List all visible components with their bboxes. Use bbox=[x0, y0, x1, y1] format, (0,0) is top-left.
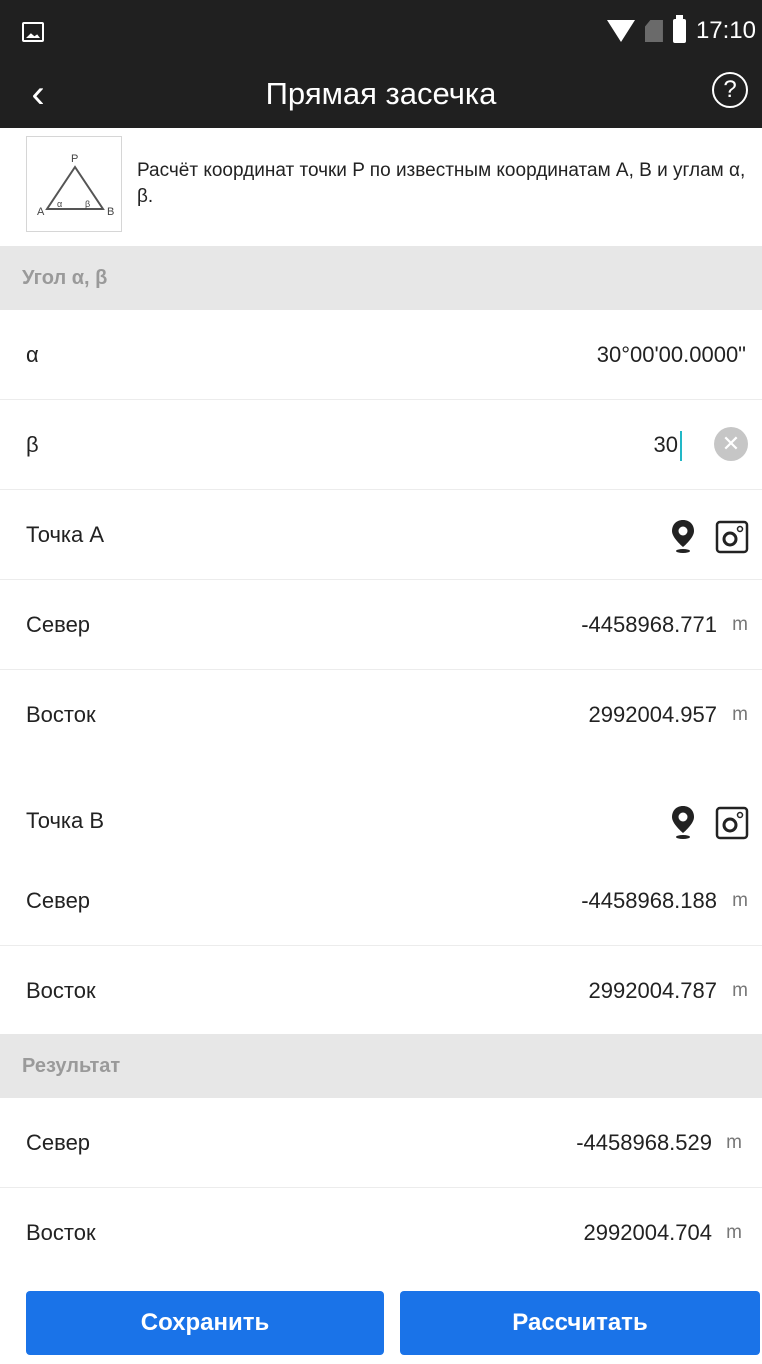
point-a-title: Точка A bbox=[26, 522, 105, 547]
save-button[interactable]: Сохранить bbox=[26, 1291, 384, 1355]
clock: 17:10 bbox=[695, 17, 756, 44]
point-b-header: Точка B bbox=[0, 776, 762, 866]
point-p-label: P bbox=[71, 153, 78, 165]
point-b-north-row[interactable]: Север -4458968.188 m bbox=[0, 856, 762, 946]
east-label: Восток bbox=[26, 1220, 96, 1245]
unit-label: m bbox=[732, 890, 748, 911]
unit-label: m bbox=[726, 1222, 742, 1243]
text-cursor bbox=[680, 431, 682, 461]
status-bar: 17:10 bbox=[0, 0, 762, 62]
beta-label: β bbox=[85, 199, 90, 209]
alpha-label: α bbox=[57, 199, 62, 209]
app-bar: ‹ Прямая засечка ? bbox=[0, 62, 762, 128]
result-east-row: Восток 2992004.704 m bbox=[0, 1188, 762, 1278]
calculate-button[interactable]: Рассчитать bbox=[400, 1291, 760, 1355]
east-label: Восток bbox=[26, 978, 96, 1003]
beta-input[interactable]: 30 bbox=[654, 400, 678, 490]
point-a-east-input[interactable]: 2992004.957 bbox=[589, 670, 717, 760]
no-sim-icon bbox=[644, 20, 663, 42]
triangle-diagram-thumbnail: P A B α β bbox=[26, 136, 122, 232]
result-east-value: 2992004.704 bbox=[583, 1220, 712, 1245]
point-a-north-row[interactable]: Север -4458968.771 m bbox=[0, 580, 762, 670]
alpha-label: α bbox=[26, 342, 39, 367]
system-icons: 17:10 bbox=[606, 14, 756, 48]
point-a-north-input[interactable]: -4458968.771 bbox=[581, 580, 717, 670]
point-a-label: A bbox=[37, 206, 45, 218]
point-b-title: Точка B bbox=[26, 808, 105, 833]
section-angles: Угол α, β bbox=[0, 246, 762, 310]
triangle-icon: P A B α β bbox=[37, 153, 114, 218]
page-title: Прямая засечка bbox=[265, 76, 497, 111]
wifi-icon bbox=[606, 20, 635, 42]
map-point-icon[interactable] bbox=[715, 806, 749, 840]
result-north-value: -4458968.529 bbox=[576, 1130, 712, 1155]
north-label: Север bbox=[26, 1130, 91, 1155]
section-result: Результат bbox=[0, 1034, 762, 1098]
alpha-input[interactable]: 30°00'00.0000" bbox=[597, 310, 746, 400]
alpha-row[interactable]: α 30°00'00.0000" bbox=[0, 310, 762, 400]
beta-row[interactable]: β 30 ✕ bbox=[0, 400, 762, 490]
north-label: Север bbox=[26, 888, 91, 913]
battery-icon bbox=[672, 15, 686, 43]
unit-label: m bbox=[732, 614, 748, 635]
north-label: Север bbox=[26, 612, 91, 637]
point-b-label: B bbox=[107, 206, 114, 218]
clear-icon[interactable]: ✕ bbox=[714, 427, 748, 461]
intro-panel: P A B α β Расчёт координат точки P по из… bbox=[0, 128, 762, 246]
east-label: Восток bbox=[26, 702, 96, 727]
point-b-north-input[interactable]: -4458968.188 bbox=[581, 856, 717, 946]
point-b-east-input[interactable]: 2992004.787 bbox=[589, 946, 717, 1036]
unit-label: m bbox=[732, 980, 748, 1001]
help-icon[interactable]: ? bbox=[712, 72, 748, 108]
gallery-icon bbox=[22, 22, 44, 42]
unit-label: m bbox=[726, 1132, 742, 1153]
beta-label: β bbox=[26, 432, 39, 457]
map-point-icon[interactable] bbox=[715, 520, 749, 554]
location-pin-icon[interactable] bbox=[670, 805, 696, 839]
result-north-row: Север -4458968.529 m bbox=[0, 1098, 762, 1188]
intro-description: Расчёт координат точки P по известным ко… bbox=[137, 160, 746, 207]
location-pin-icon[interactable] bbox=[670, 519, 696, 553]
unit-label: m bbox=[732, 704, 748, 725]
point-b-east-row[interactable]: Восток 2992004.787 m bbox=[0, 946, 762, 1036]
point-a-header: Точка A bbox=[0, 490, 762, 580]
point-a-east-row[interactable]: Восток 2992004.957 m bbox=[0, 670, 762, 760]
